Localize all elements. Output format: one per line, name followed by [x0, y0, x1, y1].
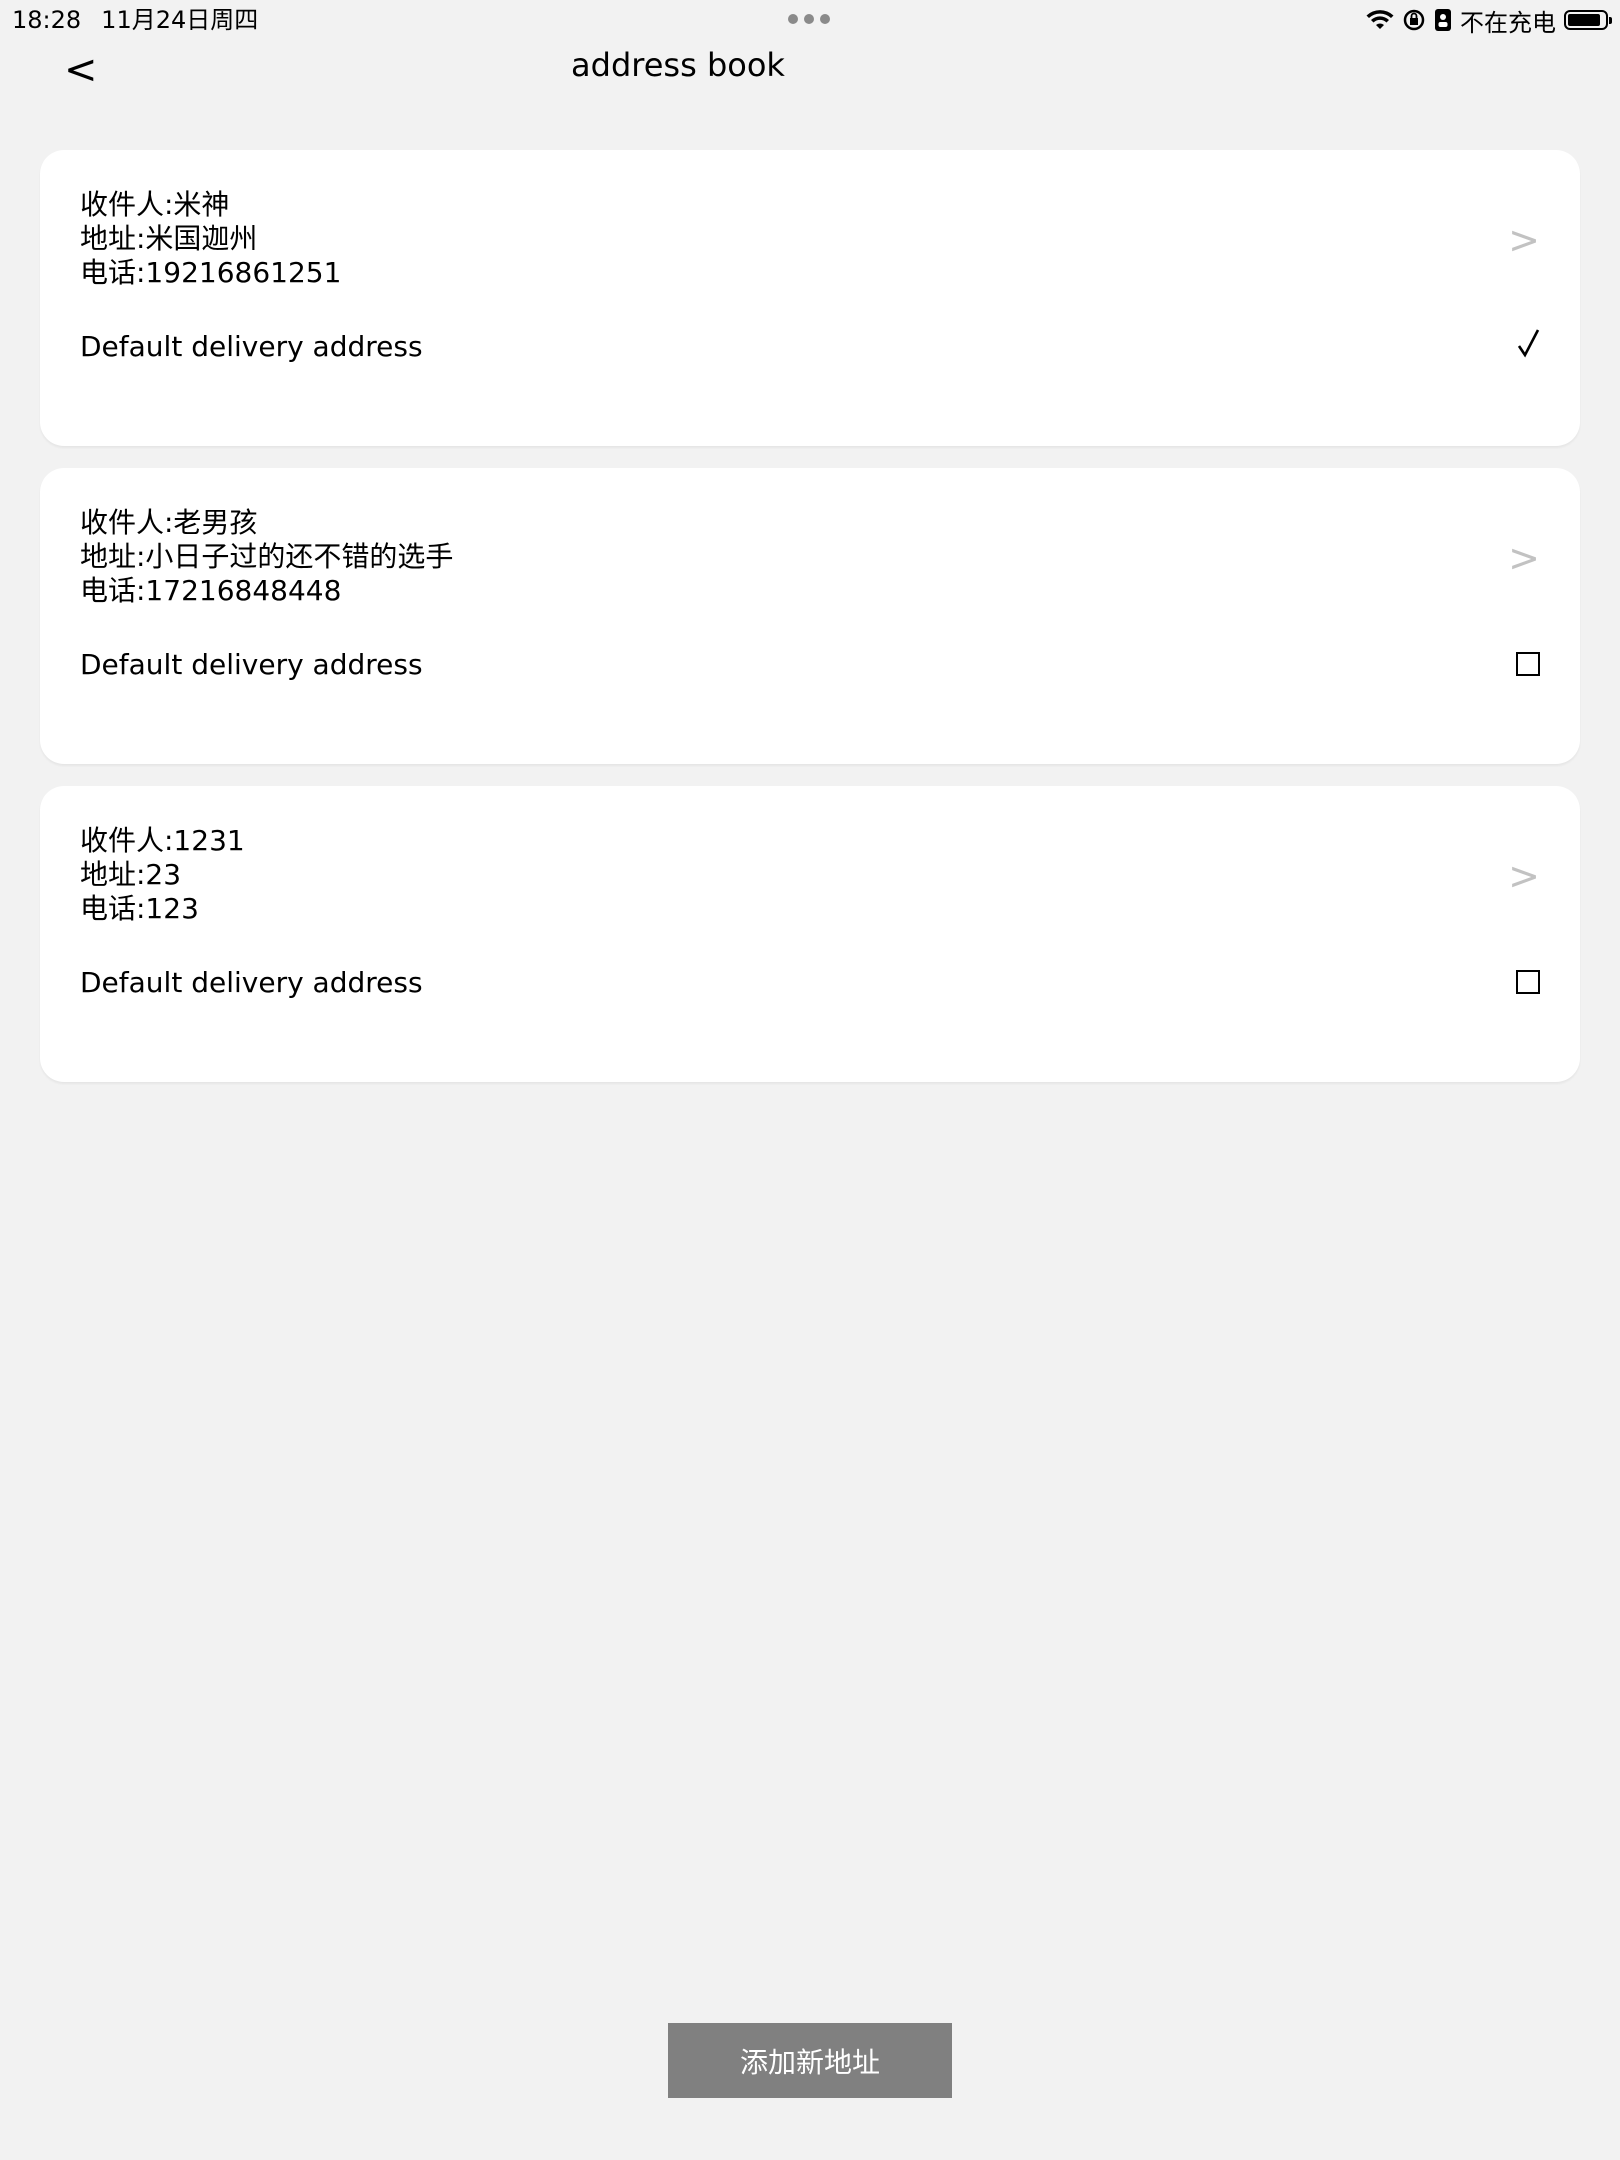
add-address-button[interactable]: 添加新地址 — [668, 2023, 952, 2098]
default-checkbox[interactable] — [1516, 652, 1540, 676]
recipient-address: 地址:23 — [80, 858, 182, 891]
default-address-label: Default delivery address — [80, 966, 423, 999]
address-info: 收件人:老男孩 地址:小日子过的还不错的选手 电话:17216848448 — [80, 506, 453, 608]
recipient-name: 收件人:老男孩 — [80, 506, 258, 539]
page-title: address book — [571, 46, 785, 84]
address-info: 收件人:1231 地址:23 电话:123 — [80, 824, 245, 926]
recipient-phone: 电话:123 — [80, 892, 199, 925]
recipient-phone: 电话:17216848448 — [80, 574, 342, 607]
default-checkbox[interactable] — [1516, 970, 1540, 994]
multitask-icon[interactable] — [788, 14, 830, 24]
status-bar: 18:28 11月24日周四 不在充电 — [0, 0, 1620, 40]
address-card[interactable]: 收件人:1231 地址:23 电话:123 > Default delivery… — [40, 786, 1580, 1082]
recipient-name: 收件人:1231 — [80, 824, 245, 857]
address-card[interactable]: 收件人:老男孩 地址:小日子过的还不错的选手 电话:17216848448 > … — [40, 468, 1580, 764]
status-date: 11月24日周四 — [101, 6, 259, 34]
charging-status: 不在充电 — [1460, 8, 1556, 37]
recipient-address: 地址:米国迦州 — [80, 222, 258, 255]
battery-icon — [1564, 10, 1612, 30]
chevron-right-icon[interactable]: > — [1508, 218, 1540, 262]
rotation-lock-icon — [1402, 8, 1426, 32]
recipient-address: 地址:小日子过的还不错的选手 — [80, 540, 454, 573]
checkmark-icon[interactable] — [1516, 328, 1542, 358]
status-time: 18:28 — [12, 6, 82, 34]
contact-card-icon — [1434, 8, 1452, 32]
wifi-icon — [1366, 9, 1394, 31]
default-address-label: Default delivery address — [80, 330, 423, 363]
recipient-phone: 电话:19216861251 — [80, 256, 342, 289]
status-indicators: 不在充电 — [1366, 2, 1612, 38]
recipient-name: 收件人:米神 — [80, 188, 230, 221]
status-time-date: 18:28 11月24日周四 — [12, 2, 258, 38]
chevron-right-icon[interactable]: > — [1508, 536, 1540, 580]
default-address-label: Default delivery address — [80, 648, 423, 681]
address-info: 收件人:米神 地址:米国迦州 电话:19216861251 — [80, 188, 341, 290]
chevron-right-icon[interactable]: > — [1508, 854, 1540, 898]
address-card[interactable]: 收件人:米神 地址:米国迦州 电话:19216861251 > Default … — [40, 150, 1580, 446]
